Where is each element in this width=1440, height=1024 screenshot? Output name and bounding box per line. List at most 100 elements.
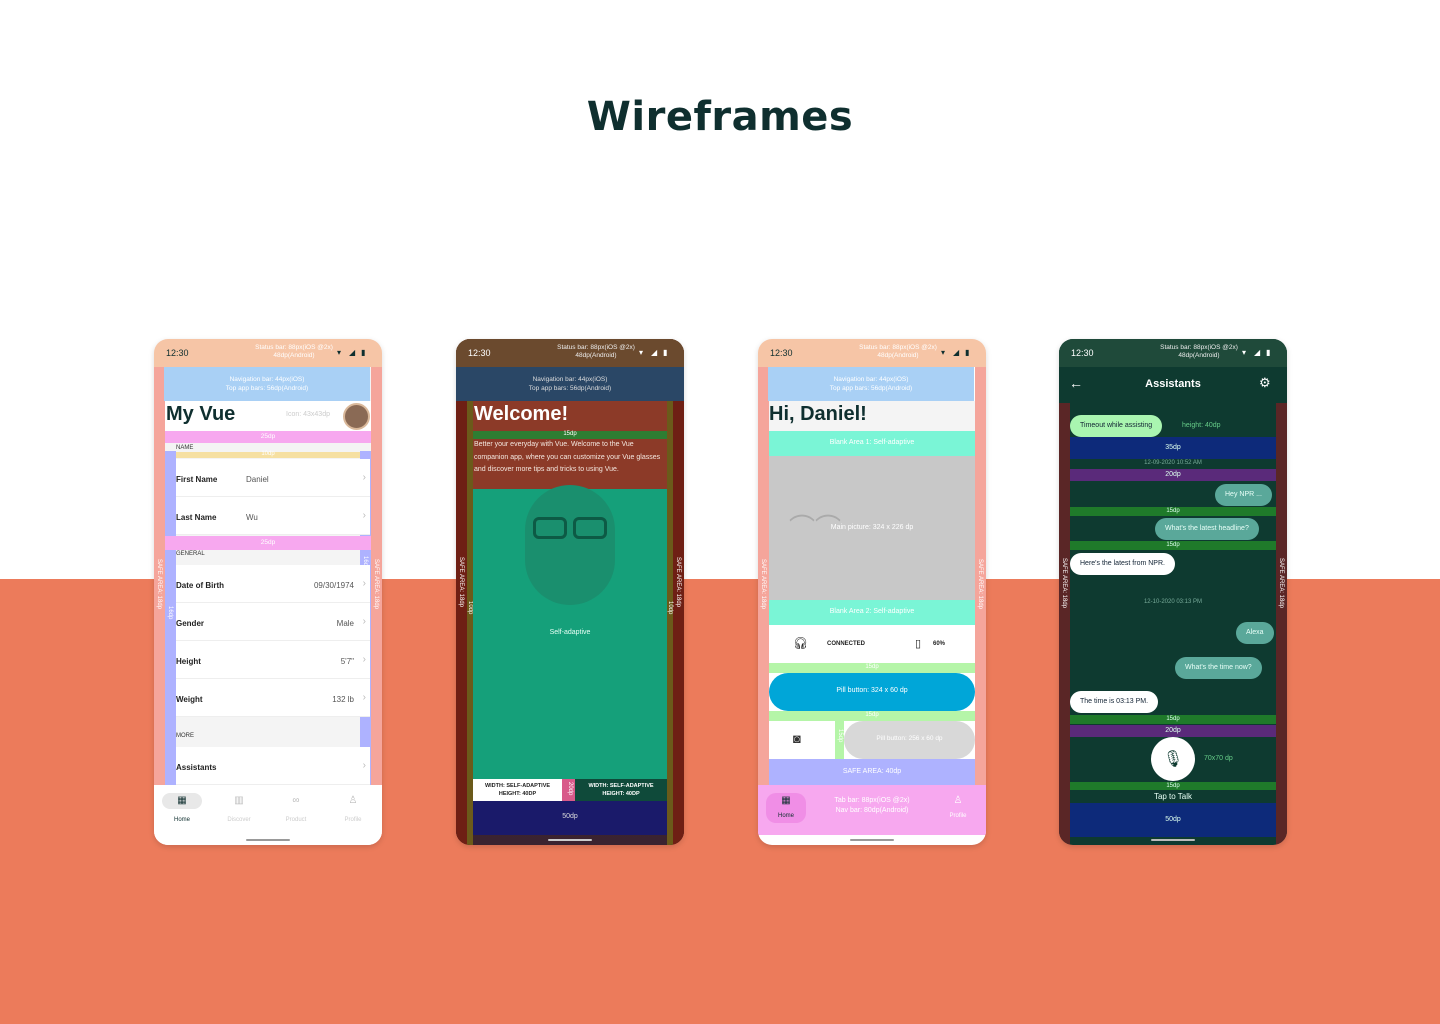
status-time: 12:30 — [468, 348, 491, 358]
spacer-15dp: 15dp — [473, 431, 667, 439]
bottom-50dp: 50dp — [1070, 803, 1276, 837]
tab-bar-note: Tab bar: 88px(iOS @2x) — [834, 797, 910, 804]
safe-area-left: SAFE AREA: 18dp — [154, 367, 165, 845]
gap-35dp: 35dp — [1070, 437, 1276, 459]
pill-button-secondary[interactable]: Pill button: 256 x 60 dp — [844, 721, 975, 759]
safe-area-right: SAFE AREA: 18dp — [975, 367, 986, 785]
main-picture: ⌒⌒ Main picture: 324 x 226 dp — [769, 456, 975, 600]
tab-profile[interactable]: ♙ Profile — [938, 793, 978, 823]
timestamp: 12-09-2020 10:52 AM — [1144, 460, 1202, 466]
button-right[interactable]: WIDTH: SELF-ADAPTIVE HEIGHT: 40DP — [575, 779, 667, 801]
row-first-name[interactable]: First Name Daniel › — [176, 459, 370, 497]
section-header-general: GENERAL — [176, 551, 205, 557]
gear-icon[interactable]: ⚙ — [1259, 375, 1271, 391]
row-value: 132 lb — [332, 695, 354, 704]
row-gender[interactable]: Gender Male › — [176, 603, 370, 641]
home-indicator — [1151, 839, 1195, 841]
row-date-of-birth[interactable]: Date of Birth 09/30/1974 › — [176, 565, 370, 603]
battery-icon: ▮ — [1266, 348, 1271, 357]
chevron-right-icon: › — [362, 510, 366, 521]
row-height[interactable]: Height 5'7" › — [176, 641, 370, 679]
message-bubble: Alexa — [1236, 622, 1274, 644]
status-time: 12:30 — [1071, 348, 1094, 358]
chevron-right-icon: › — [362, 654, 366, 665]
pill-button-primary[interactable]: Pill button: 324 x 60 dp — [769, 673, 975, 711]
grid-icon: ▦ — [162, 793, 202, 809]
row-assistants[interactable]: Assistants › — [176, 747, 370, 785]
screen-title: Assistants — [1145, 378, 1201, 390]
section-header-more: MORE — [176, 733, 194, 739]
safe-area-left: SAFE AREA: 18dp — [758, 367, 769, 785]
gap-20dp: 20dp — [1070, 725, 1276, 737]
row-label: Gender — [176, 619, 205, 628]
signal-icon: ◢ — [1254, 348, 1261, 357]
status-note-android: 48dp(Android) — [273, 352, 315, 359]
microphone-button[interactable]: 🎙︎ — [1151, 737, 1195, 781]
status-bar: 12:30 Status bar: 88px(iOS @2x) 48dp(And… — [154, 339, 382, 367]
camera-button[interactable]: ◙ — [769, 721, 835, 759]
chevron-right-icon: › — [362, 692, 366, 703]
headphones-icon: 🎧︎ — [793, 636, 809, 650]
timestamp: 12-10-2020 03:13 PM — [1143, 599, 1203, 605]
status-note: Status bar: 88px(iOS @2x) — [859, 344, 937, 351]
chevron-right-icon: › — [362, 472, 366, 483]
screen-title: Hi, Daniel! — [769, 403, 867, 425]
row-label: Assistants — [176, 763, 217, 772]
nav-note-android: Top app bars: 56dp(Android) — [829, 385, 913, 392]
camera-icon: ◙ — [793, 731, 801, 746]
safe-area-bottom: SAFE AREA: 40dp — [769, 759, 975, 785]
row-weight[interactable]: Weight 132 lb › — [176, 679, 370, 717]
safe-area-left: SAFE AREA: 18dp — [456, 401, 467, 845]
status-note: Status bar: 88px(iOS @2x) — [1160, 344, 1238, 351]
status-note: Status bar: 88px(iOS @2x) — [255, 344, 333, 351]
margin-left: 16dp — [165, 451, 176, 785]
chevron-right-icon: › — [362, 578, 366, 589]
tab-home[interactable]: ▦ Home — [766, 793, 806, 823]
bar-chart-icon: ▥ — [234, 795, 244, 806]
gap-15dp: 15dp — [1070, 541, 1276, 550]
navigation-bar: Navigation bar: 44px(iOS) Top app bars: … — [768, 367, 974, 401]
icon-note: Icon: 43x43dp — [286, 411, 330, 418]
safe-area-right: SAFE AREA: 18dp — [371, 367, 382, 845]
tab-bar-note-android: Nav bar: 80dp(Android) — [835, 807, 909, 814]
tab-profile[interactable]: ♙ Profile — [325, 793, 381, 823]
page-title: Wireframes — [586, 94, 854, 140]
safe-area-right: SAFE AREA: 18dp — [673, 401, 684, 845]
screen-title: Welcome! — [474, 403, 569, 425]
wifi-icon: ▾ — [1242, 348, 1247, 357]
wireframe-home: 12:30 Status bar: 88px(iOS @2x) 48dp(And… — [758, 339, 986, 845]
navigation-bar: Navigation bar: 44px(iOS) Top app bars: … — [456, 367, 684, 401]
wifi-icon: ▾ — [639, 348, 644, 357]
row-value: Wu — [246, 513, 258, 522]
nav-note-android: Top app bars: 56dp(Android) — [528, 385, 612, 392]
chevron-right-icon: › — [362, 616, 366, 627]
signal-icon: ◢ — [349, 348, 356, 357]
message-bubble: Hey NPR ... — [1215, 484, 1272, 506]
navigation-bar: Navigation bar: 44px(iOS) Top app bars: … — [164, 367, 370, 401]
row-value: 5'7" — [340, 657, 354, 666]
button-left[interactable]: WIDTH: SELF-ADAPTIVE HEIGHT: 40DP — [473, 779, 562, 801]
tab-bar: ▦ Home Tab bar: 88px(iOS @2x) Nav bar: 8… — [758, 785, 986, 835]
avatar[interactable] — [343, 403, 370, 430]
status-time: 12:30 — [166, 348, 189, 358]
tab-product[interactable]: ∞ Product — [268, 793, 324, 823]
mic-size-note: 70x70 dp — [1204, 755, 1233, 762]
safe-area-right: SAFE AREA: 18dp — [1276, 403, 1287, 845]
safe-area-left: SAFE AREA: 18dp — [1059, 403, 1070, 845]
wireframe-profile: 12:30 Status bar: 88px(iOS @2x) 48dp(And… — [154, 339, 382, 845]
status-time: 12:30 — [770, 348, 793, 358]
signal-icon: ◢ — [953, 348, 960, 357]
margin-right-10dp: 10dp — [667, 401, 673, 845]
tab-home[interactable]: ▦ Home — [154, 793, 210, 823]
device-status: 🎧︎ CONNECTED ▯ 60% — [769, 625, 975, 663]
row-last-name[interactable]: Last Name Wu › — [176, 497, 370, 535]
grid-icon: ▦ — [781, 795, 791, 806]
row-value: Daniel — [246, 475, 269, 484]
nav-note-android: Top app bars: 56dp(Android) — [225, 385, 309, 392]
tab-discover[interactable]: ▥ Discover — [211, 793, 267, 823]
wifi-icon: ▾ — [941, 348, 946, 357]
blank-area-1: Blank Area 1: Self-adaptive — [769, 431, 975, 456]
tab-bar: ▦ Home ▥ Discover ∞ Product ♙ Profile — [154, 785, 382, 845]
connection-status: CONNECTED — [827, 641, 866, 647]
microphone-icon: 🎙︎ — [1162, 751, 1184, 768]
